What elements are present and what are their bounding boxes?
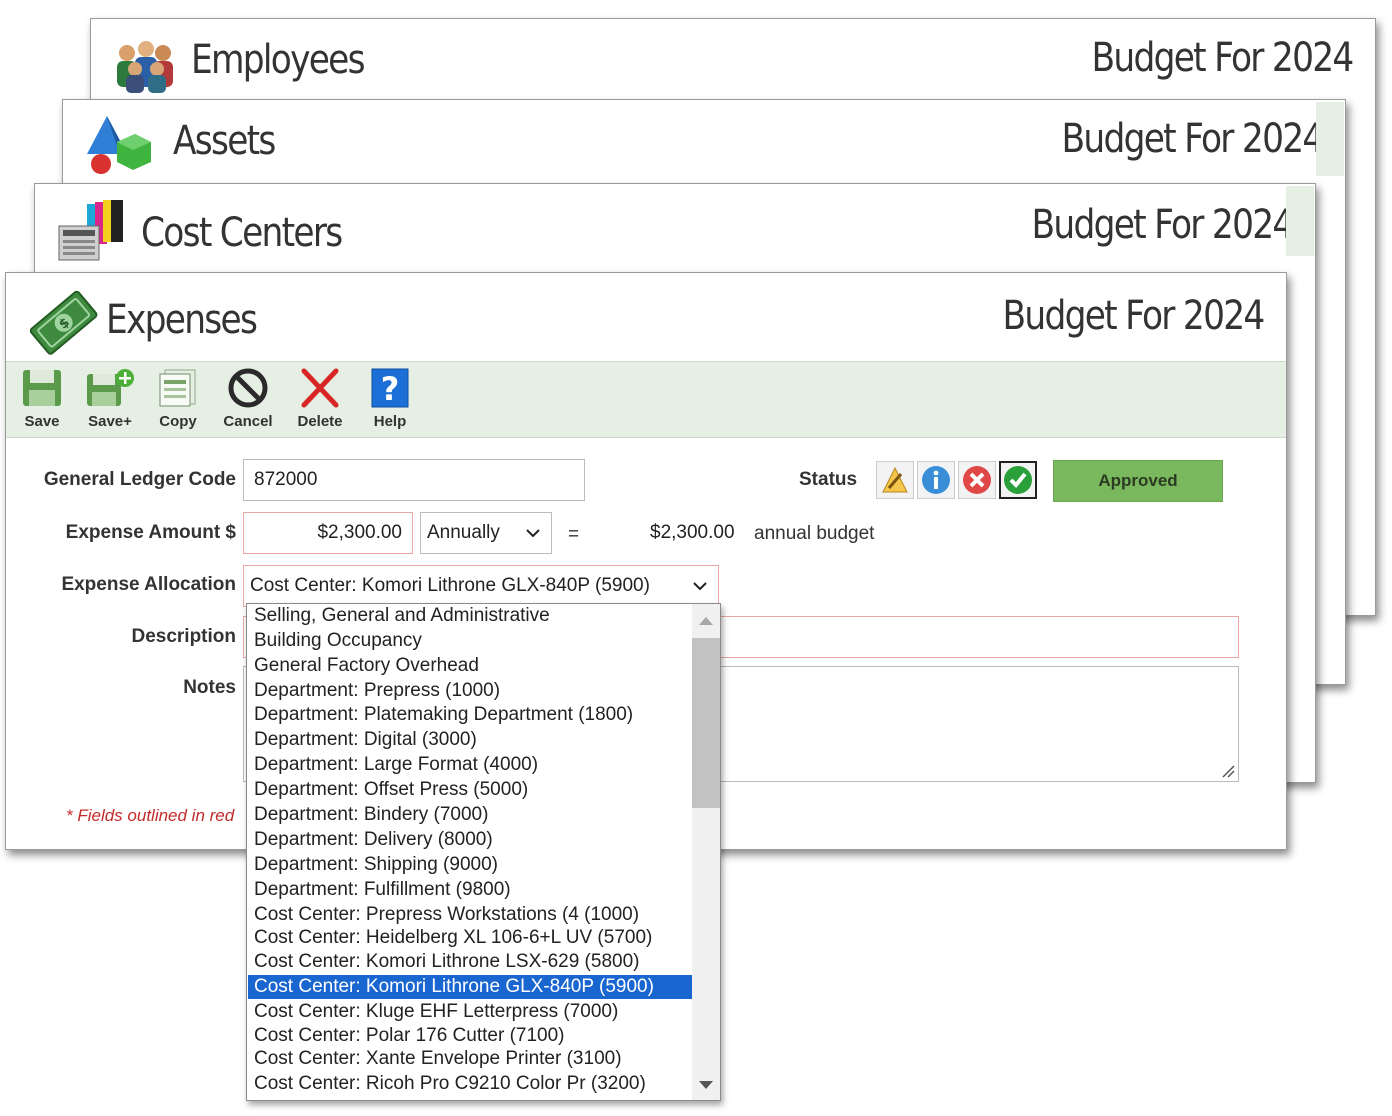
dropdown-option[interactable]: Cost Center: Komori Lithrone LSX-629 (58… <box>248 950 692 974</box>
save-plus-button[interactable]: Save+ <box>78 368 142 434</box>
pencil-icon <box>882 466 908 493</box>
cancel-button[interactable]: Cancel <box>216 368 280 434</box>
card-title: Cost Centers <box>141 210 343 256</box>
allocation-label: Expense Allocation <box>61 574 236 595</box>
budget-year: Budget For 2024 <box>1061 116 1325 162</box>
svg-text:?: ? <box>381 370 400 408</box>
amount-input[interactable]: $2,300.00 <box>243 512 413 554</box>
save-icon <box>23 370 61 406</box>
delete-icon <box>301 368 339 408</box>
chevron-down-icon <box>526 529 540 538</box>
budget-year: Budget For 2024 <box>1091 35 1355 81</box>
frequency-select[interactable]: Annually <box>420 512 552 554</box>
annual-budget-text: annual budget <box>754 523 875 544</box>
amount-label: Expense Amount $ <box>65 522 236 543</box>
status-label: Status <box>799 469 858 490</box>
dropdown-option[interactable]: Department: Delivery (8000) <box>248 828 692 852</box>
copy-button[interactable]: Copy <box>146 368 210 434</box>
save-plus-icon <box>87 369 134 406</box>
equals-sign: = <box>568 524 580 545</box>
dropdown-option[interactable]: Cost Center: Heidelberg XL 106-6+L UV (5… <box>248 926 692 950</box>
dropdown-option[interactable]: Cost Center: Polar 176 Cutter (7100) <box>248 1024 692 1048</box>
dropdown-option[interactable]: Department: Large Format (4000) <box>248 753 692 777</box>
dropdown-option[interactable]: Cost Center: Xante Envelope Printer (310… <box>248 1047 692 1071</box>
checkmark-icon <box>1004 466 1032 494</box>
save-label: Save <box>24 413 60 430</box>
description-label: Description <box>131 626 236 647</box>
delete-button[interactable]: Delete <box>288 368 352 434</box>
card-title: Expenses <box>106 297 258 343</box>
resize-handle-icon[interactable] <box>1221 764 1235 778</box>
money-icon: $ <box>28 287 98 362</box>
copy-icon <box>159 369 196 407</box>
cost-centers-band <box>1286 186 1314 256</box>
toolbar: Save Save+ Copy Cancel Delete ? Help <box>6 361 1286 438</box>
dropdown-option[interactable]: Department: Shipping (9000) <box>248 853 692 877</box>
save-button[interactable]: Save <box>10 368 74 434</box>
assets-icon <box>83 114 153 181</box>
dropdown-option[interactable]: Cost Center: Prepress Workstations (4 (1… <box>248 903 692 927</box>
card-title: Assets <box>173 118 276 164</box>
help-button[interactable]: ? Help <box>358 368 422 434</box>
dropdown-option[interactable]: Cost Center: Kluge EHF Letterpress (7000… <box>248 1000 692 1024</box>
copy-label: Copy <box>159 413 197 430</box>
allocation-value: Cost Center: Komori Lithrone GLX-840P (5… <box>250 575 650 596</box>
status-reject-button[interactable] <box>958 461 996 499</box>
dropdown-option[interactable]: Department: Prepress (1000) <box>248 679 692 703</box>
dropdown-option[interactable]: Cost Center: Komori Lithrone GLX-840P (5… <box>248 975 692 999</box>
annual-amount: $2,300.00 <box>650 522 735 543</box>
gl-code-label: General Ledger Code <box>43 469 236 490</box>
dropdown-option[interactable]: Department: Fulfillment (9800) <box>248 878 692 902</box>
card-title: Employees <box>191 37 366 83</box>
help-label: Help <box>373 413 407 430</box>
scroll-down-icon[interactable] <box>692 1074 720 1094</box>
dropdown-option[interactable]: Department: Platemaking Department (1800… <box>248 703 692 727</box>
status-approve-button[interactable] <box>999 461 1037 499</box>
reject-icon <box>963 466 991 494</box>
cost-centers-icon <box>57 198 127 269</box>
delete-label: Delete <box>297 413 343 430</box>
assets-band <box>1316 102 1344 176</box>
status-pending-button[interactable] <box>876 461 914 499</box>
status-badge: Approved <box>1053 460 1223 502</box>
dropdown-option[interactable]: Building Occupancy <box>248 629 692 653</box>
budget-year: Budget For 2024 <box>1002 293 1266 339</box>
notes-label: Notes <box>183 677 236 698</box>
employees-icon <box>113 39 179 100</box>
dropdown-option[interactable]: Cost Center: Ricoh Pro C9210 Color Pr (3… <box>248 1072 692 1096</box>
allocation-dropdown-list[interactable]: Selling, General and Administrative Build… <box>246 603 721 1101</box>
scrollbar-thumb[interactable] <box>692 638 720 808</box>
scroll-up-icon[interactable] <box>692 612 720 632</box>
dropdown-option[interactable]: Department: Digital (3000) <box>248 728 692 752</box>
save-plus-label: Save+ <box>88 413 132 430</box>
cancel-label: Cancel <box>223 413 273 430</box>
gl-code-input[interactable]: 872000 <box>243 459 585 501</box>
frequency-value: Annually <box>427 522 500 543</box>
info-icon <box>922 466 950 494</box>
dropdown-option[interactable]: Selling, General and Administrative <box>248 604 692 628</box>
required-fields-note: * Fields outlined in red <box>66 806 235 825</box>
status-info-button[interactable] <box>917 461 955 499</box>
dropdown-scrollbar[interactable] <box>692 604 720 1100</box>
allocation-select[interactable]: Cost Center: Komori Lithrone GLX-840P (5… <box>243 565 719 607</box>
dropdown-option[interactable]: General Factory Overhead <box>248 654 692 678</box>
help-icon: ? <box>371 368 409 408</box>
dropdown-option[interactable]: Department: Bindery (7000) <box>248 803 692 827</box>
dropdown-option[interactable]: Department: Offset Press (5000) <box>248 778 692 802</box>
cancel-icon <box>228 368 268 408</box>
chevron-down-icon <box>693 582 707 591</box>
budget-year: Budget For 2024 <box>1031 202 1295 248</box>
